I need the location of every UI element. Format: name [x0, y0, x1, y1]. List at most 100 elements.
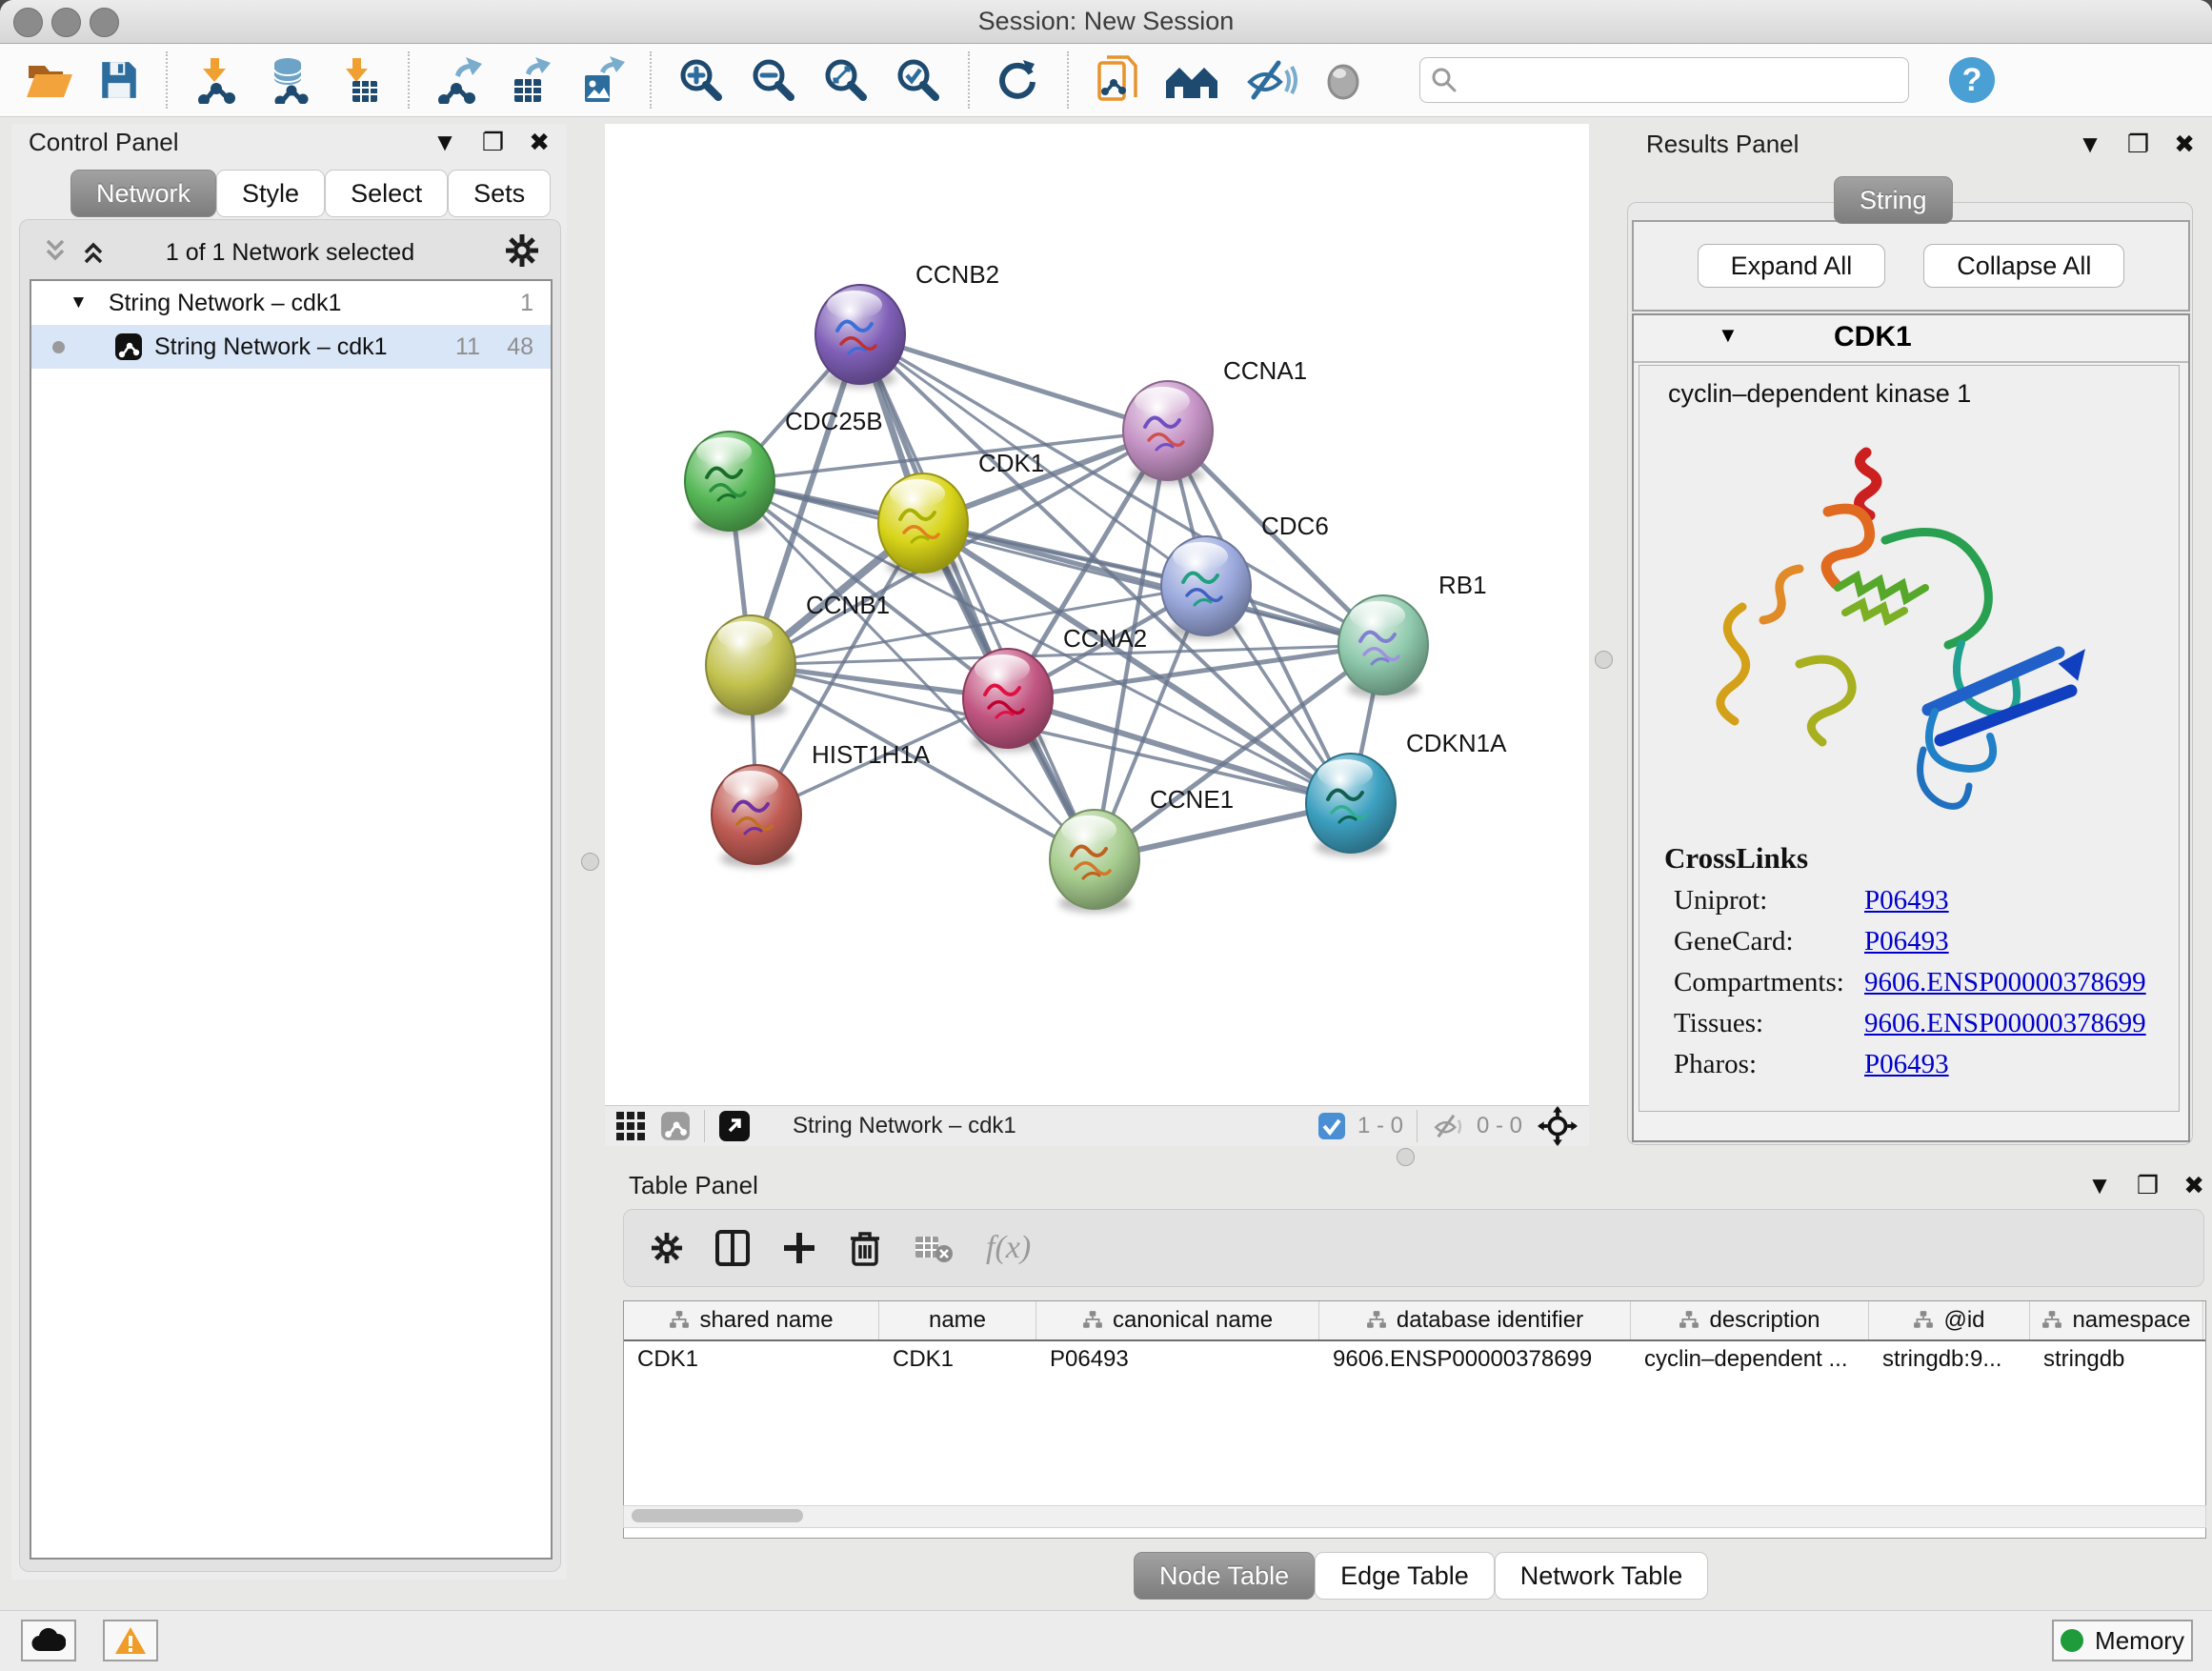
add-column-icon[interactable]	[782, 1231, 816, 1265]
control-panel-float-icon[interactable]: ❐	[482, 130, 504, 154]
results-panel-collapse-icon[interactable]: ▼	[2078, 131, 2102, 156]
network-canvas[interactable]: CCNB2CCNA1CDC25BCDK1CDC6RB1CCNB1CCNA2CDK…	[605, 124, 1589, 1105]
crosslink-link[interactable]: P06493	[1864, 926, 1949, 957]
control-panel-collapse-icon[interactable]: ▼	[432, 130, 457, 154]
search-box[interactable]	[1419, 57, 1909, 103]
table-panel-close-icon[interactable]: ✖	[2183, 1173, 2204, 1198]
zoom-in-button[interactable]	[665, 55, 737, 105]
network-node-cdkn1a[interactable]: CDKN1A	[1306, 729, 1507, 856]
column-header-canonical-name[interactable]: canonical name	[1036, 1301, 1319, 1339]
column-header-description[interactable]: description	[1631, 1301, 1869, 1339]
open-session-button[interactable]	[13, 58, 86, 102]
search-input[interactable]	[1458, 66, 1899, 94]
eye-slash-icon	[1244, 57, 1297, 103]
results-panel-float-icon[interactable]: ❐	[2127, 131, 2149, 156]
gene-card-header[interactable]: ▼ CDK1	[1634, 315, 2188, 363]
pan-crosshair-icon[interactable]	[1538, 1106, 1578, 1146]
tab-network[interactable]: Network	[70, 170, 216, 217]
table-options-gear-icon[interactable]	[651, 1232, 683, 1264]
network-share-icon[interactable]	[660, 1111, 691, 1141]
warnings-button[interactable]	[103, 1620, 158, 1661]
table-panel-float-icon[interactable]: ❐	[2137, 1173, 2159, 1198]
grid-view-icon[interactable]	[614, 1110, 647, 1142]
node-label: CCNB2	[915, 260, 999, 289]
collection-count: 1	[520, 290, 533, 317]
crosslink-link[interactable]: 9606.ENSP00000378699	[1864, 1008, 2146, 1039]
table-cell[interactable]: 9606.ENSP00000378699	[1319, 1341, 1631, 1378]
crosslink-link[interactable]: 9606.ENSP00000378699	[1864, 967, 2146, 998]
scrollbar-thumb[interactable]	[632, 1509, 803, 1522]
expand-all-button[interactable]: Expand All	[1698, 244, 1886, 288]
network-node-ccnb1[interactable]: CCNB1	[706, 591, 890, 718]
column-header-name[interactable]: name	[879, 1301, 1036, 1339]
crosslink-link[interactable]: P06493	[1864, 885, 1949, 916]
tab-node-table[interactable]: Node Table	[1134, 1552, 1315, 1600]
network-node-hist1h1a[interactable]: HIST1H1A	[712, 740, 931, 868]
export-network-icon	[434, 56, 484, 104]
left-splitter-handle[interactable]	[581, 853, 599, 871]
delete-column-trash-icon[interactable]	[849, 1230, 881, 1266]
table-cell[interactable]: CDK1	[624, 1341, 879, 1378]
collapse-all-button[interactable]: Collapse All	[1923, 244, 2124, 288]
import-network-button[interactable]	[181, 56, 253, 104]
tab-select[interactable]: Select	[325, 170, 448, 217]
column-header-namespace[interactable]: namespace	[2030, 1301, 2203, 1339]
shared-column-icon	[1679, 1310, 1699, 1331]
network-collection-row[interactable]: ▼ String Network – cdk1 1	[31, 281, 551, 325]
column-header-database-identifier[interactable]: database identifier	[1319, 1301, 1631, 1339]
show-columns-icon[interactable]	[715, 1230, 750, 1266]
help-button[interactable]: ?	[1936, 55, 2008, 105]
tab-string[interactable]: String	[1834, 176, 1953, 224]
zoom-out-button[interactable]	[737, 55, 810, 105]
string-results-container: Expand All Collapse All ▼ CDK1 cyclin–de…	[1627, 202, 2193, 1145]
tab-network-table[interactable]: Network Table	[1495, 1552, 1709, 1600]
table-cell[interactable]: stringdb:9...	[1869, 1341, 2030, 1378]
zoom-fit-icon	[821, 55, 871, 105]
crosslink-label: Compartments:	[1674, 967, 1864, 998]
save-session-button[interactable]	[86, 58, 152, 102]
table-cell[interactable]: stringdb	[2030, 1341, 2203, 1378]
import-network-from-database-button[interactable]	[253, 56, 328, 104]
column-header-shared-name[interactable]: shared name	[624, 1301, 879, 1339]
column-header--id[interactable]: @id	[1869, 1301, 2030, 1339]
network-options-gear-icon[interactable]	[505, 233, 539, 268]
table-cell[interactable]: P06493	[1036, 1341, 1319, 1378]
tab-edge-table[interactable]: Edge Table	[1315, 1552, 1495, 1600]
tab-style[interactable]: Style	[216, 170, 325, 217]
network-node-cdc25b[interactable]: CDC25B	[685, 407, 883, 534]
open-in-new-icon[interactable]	[718, 1110, 751, 1142]
crosslink-link[interactable]: P06493	[1864, 1049, 1949, 1080]
export-image-button[interactable]	[566, 56, 636, 104]
import-network-icon	[192, 56, 242, 104]
import-table-button[interactable]	[328, 56, 394, 104]
zoom-fit-button[interactable]	[810, 55, 882, 105]
show-all-button[interactable]	[1309, 57, 1377, 103]
export-table-button[interactable]	[495, 56, 566, 104]
table-row[interactable]: CDK1CDK1P064939606.ENSP00000378699cyclin…	[624, 1341, 2205, 1378]
export-network-button[interactable]	[423, 56, 495, 104]
right-splitter-handle[interactable]	[1595, 651, 1613, 669]
network-edge[interactable]	[860, 334, 1095, 859]
share-document-button[interactable]	[1082, 55, 1153, 105]
bottom-splitter-handle[interactable]	[1397, 1148, 1415, 1166]
results-panel-close-icon[interactable]: ✖	[2174, 131, 2195, 156]
selected-checkbox-icon[interactable]	[1317, 1112, 1346, 1140]
table-cell[interactable]: cyclin–dependent ...	[1631, 1341, 1869, 1378]
zoom-selected-button[interactable]	[882, 55, 955, 105]
network-node-rb1[interactable]: RB1	[1338, 571, 1487, 698]
home-button[interactable]	[1153, 58, 1233, 102]
table-panel-collapse-icon[interactable]: ▼	[2087, 1173, 2112, 1198]
tab-sets[interactable]: Sets	[448, 170, 551, 217]
memory-button[interactable]: Memory	[2052, 1620, 2193, 1661]
refresh-button[interactable]	[983, 56, 1054, 104]
table-cell[interactable]: CDK1	[879, 1341, 1036, 1378]
control-panel-close-icon[interactable]: ✖	[529, 130, 550, 154]
table-horizontal-scrollbar[interactable]	[623, 1505, 2206, 1528]
network-node-ccna1[interactable]: CCNA1	[1123, 356, 1307, 484]
network-row[interactable]: String Network – cdk1 11 48	[31, 325, 551, 369]
network-edge[interactable]	[860, 334, 1168, 431]
cloud-status-button[interactable]	[21, 1620, 76, 1661]
collection-expand-icon[interactable]: ▼	[70, 292, 88, 313]
gene-collapse-icon[interactable]: ▼	[1718, 323, 1739, 348]
hide-selected-button[interactable]	[1233, 57, 1309, 103]
